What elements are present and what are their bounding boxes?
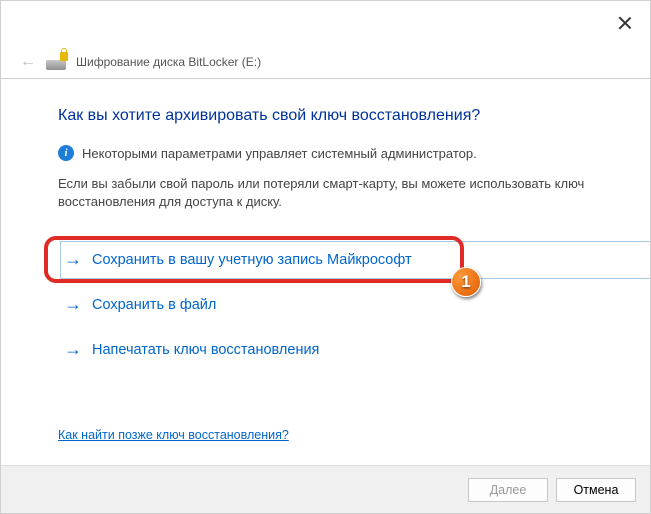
- option-save-file[interactable]: → Сохранить в файл: [58, 282, 609, 327]
- page-heading: Как вы хотите архивировать свой ключ вос…: [58, 107, 609, 125]
- wizard-header: ← Шифрование диска BitLocker (E:): [0, 45, 651, 79]
- header-title: Шифрование диска BitLocker (E:): [76, 55, 261, 69]
- content-area: Как вы хотите архивировать свой ключ вос…: [0, 79, 651, 382]
- close-icon[interactable]: [617, 15, 633, 31]
- option-print-key[interactable]: → Напечатать ключ восстановления: [58, 327, 609, 372]
- info-icon: i: [58, 145, 74, 161]
- body-text: Если вы забыли свой пароль или потеряли …: [58, 175, 609, 211]
- bitlocker-drive-icon: [46, 54, 66, 70]
- next-button: Далее: [468, 478, 548, 502]
- option-label: Напечатать ключ восстановления: [92, 342, 319, 358]
- footer: Далее Отмена: [1, 465, 650, 513]
- help-link[interactable]: Как найти позже ключ восстановления?: [58, 428, 289, 442]
- admin-info-row: i Некоторыми параметрами управляет систе…: [58, 145, 609, 161]
- arrow-right-icon: →: [64, 339, 82, 360]
- admin-info-text: Некоторыми параметрами управляет системн…: [82, 146, 477, 161]
- arrow-right-icon: →: [64, 294, 82, 315]
- cancel-button[interactable]: Отмена: [556, 478, 636, 502]
- titlebar: [0, 0, 651, 45]
- option-label: Сохранить в вашу учетную запись Майкросо…: [92, 252, 412, 268]
- back-arrow-icon: ←: [20, 53, 36, 71]
- arrow-right-icon: →: [64, 249, 82, 270]
- option-label: Сохранить в файл: [92, 297, 216, 313]
- option-save-microsoft[interactable]: → Сохранить в вашу учетную запись Майкро…: [58, 237, 609, 282]
